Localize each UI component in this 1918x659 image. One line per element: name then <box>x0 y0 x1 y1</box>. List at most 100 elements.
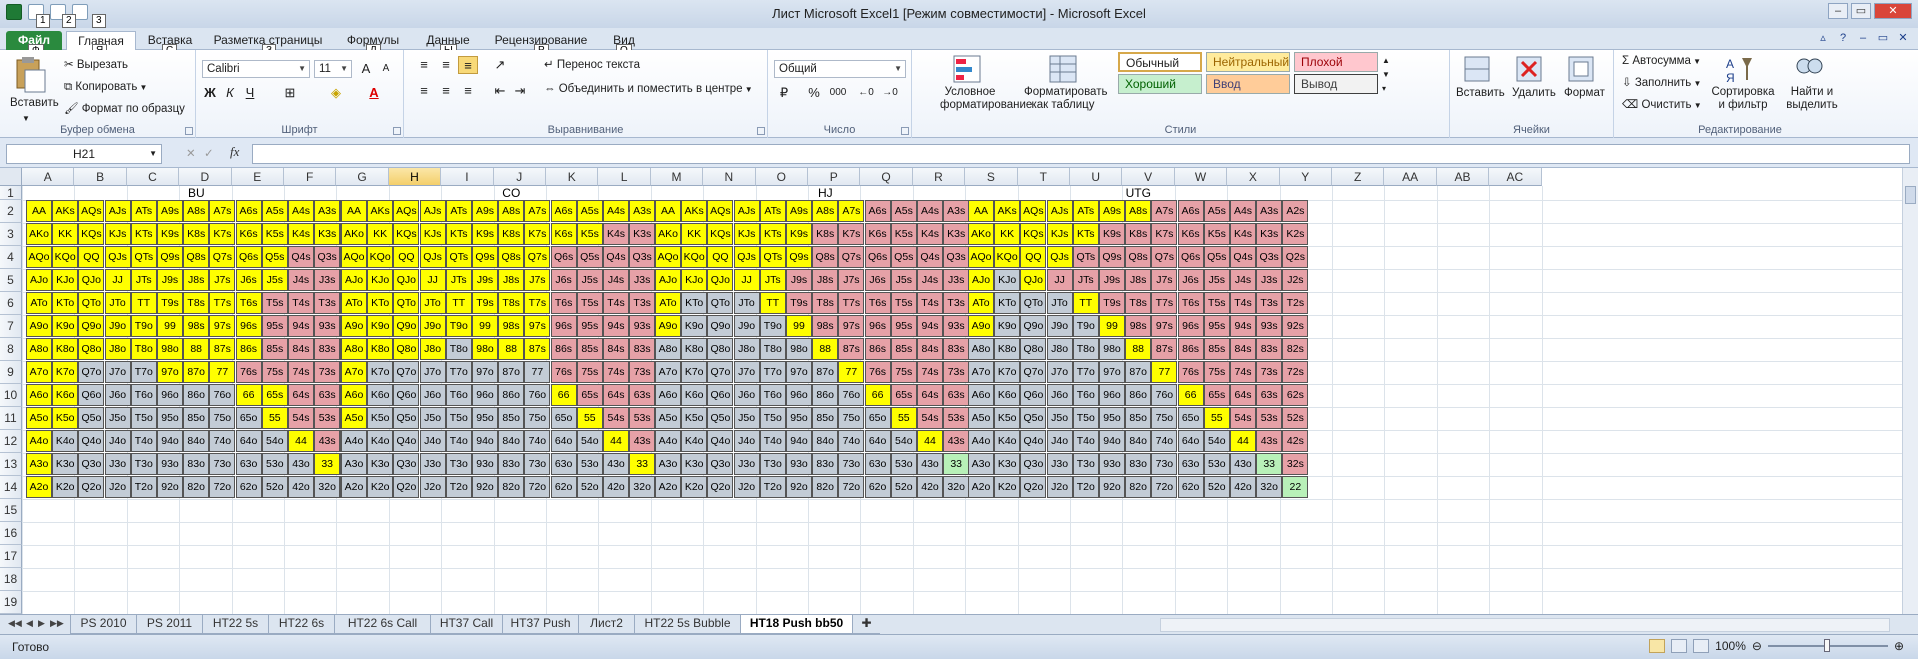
hand-cell[interactable]: 86o <box>1125 384 1152 406</box>
number-format-select[interactable]: Общий ▼ <box>774 60 906 78</box>
hand-cell[interactable]: AQo <box>26 246 52 268</box>
hand-cell[interactable]: JTo <box>419 292 446 314</box>
column-header[interactable]: O <box>755 168 808 186</box>
hand-cell[interactable]: K6o <box>681 384 708 406</box>
column-header[interactable]: H <box>388 168 442 186</box>
hand-cell[interactable]: Q8s <box>498 246 525 268</box>
hand-cell[interactable]: 82o <box>498 476 525 498</box>
hand-cell[interactable]: Q3s <box>314 246 341 268</box>
column-header[interactable]: N <box>703 168 756 186</box>
hand-cell[interactable]: Q4s <box>1230 246 1256 268</box>
hand-cell[interactable]: T2o <box>130 476 157 498</box>
hand-cell[interactable]: 53s <box>1256 407 1283 429</box>
hand-cell[interactable]: Q6s <box>1177 246 1204 268</box>
hand-cell[interactable]: 43s <box>1256 430 1283 452</box>
hand-cell[interactable]: 33 <box>943 453 970 475</box>
hand-cell[interactable]: JTs <box>130 269 157 291</box>
column-header[interactable]: B <box>74 168 127 186</box>
hand-cell[interactable]: 74s <box>288 361 314 383</box>
hand-cell[interactable]: Q9s <box>472 246 498 268</box>
hand-cell[interactable]: K3s <box>314 223 341 245</box>
hand-cell[interactable]: Q5o <box>393 407 420 429</box>
column-header[interactable]: A <box>22 168 75 186</box>
hand-cell[interactable]: Q9o <box>1020 315 1047 337</box>
row-header[interactable]: 5 <box>0 269 22 292</box>
hand-cell[interactable]: 32o <box>629 476 656 498</box>
hand-cell[interactable]: JJ <box>1046 269 1073 291</box>
hand-cell[interactable]: T6o <box>1072 384 1099 406</box>
hand-cell[interactable]: J9o <box>733 315 760 337</box>
hand-cell[interactable]: 54o <box>261 430 288 452</box>
hand-cell[interactable]: AKo <box>26 223 52 245</box>
hand-cell[interactable]: Q9s <box>157 246 183 268</box>
hand-cell[interactable]: A5s <box>890 200 917 222</box>
hand-cell[interactable]: A7s <box>1151 200 1178 222</box>
hand-cell[interactable]: K7o <box>994 361 1021 383</box>
find-select-button[interactable]: Найти и выделить <box>1780 86 1844 112</box>
hand-cell[interactable]: J4s <box>288 269 314 291</box>
hand-cell[interactable]: KTo <box>367 292 394 314</box>
hand-cell[interactable]: AJo <box>26 269 52 291</box>
hand-cell[interactable]: AKs <box>52 200 79 222</box>
hand-cell[interactable]: A4o <box>655 430 681 452</box>
hand-cell[interactable]: K6s <box>1177 223 1204 245</box>
hand-cell[interactable]: 76s <box>550 361 577 383</box>
hand-cell[interactable]: TT <box>445 292 472 314</box>
hand-cell[interactable]: T4o <box>130 430 157 452</box>
hand-cell[interactable]: 64s <box>603 384 629 406</box>
hand-cell[interactable]: K7o <box>367 361 394 383</box>
wrap-text-button[interactable]: ↵ Перенос текста <box>544 58 640 72</box>
hand-cell[interactable]: A2o <box>341 476 367 498</box>
hand-cell[interactable]: 94s <box>1230 315 1256 337</box>
hand-cell[interactable]: 95o <box>472 407 498 429</box>
hand-cell[interactable]: KJo <box>994 269 1021 291</box>
hand-cell[interactable]: 86s <box>550 338 577 360</box>
hand-cell[interactable]: 55 <box>261 407 288 429</box>
hand-cell[interactable]: 83s <box>943 338 970 360</box>
hand-cell[interactable]: A8o <box>341 338 367 360</box>
hand-cell[interactable]: 85o <box>1125 407 1152 429</box>
hand-cell[interactable]: ATs <box>445 200 472 222</box>
hand-cell[interactable]: J8o <box>1046 338 1073 360</box>
hand-cell[interactable]: 95s <box>1203 315 1230 337</box>
hand-cell[interactable]: KJo <box>367 269 394 291</box>
hand-cell[interactable]: K9o <box>367 315 394 337</box>
hand-cell[interactable]: J9s <box>157 269 183 291</box>
hand-cell[interactable]: 55 <box>576 407 603 429</box>
hand-cell[interactable]: T8s <box>183 292 210 314</box>
hand-cell[interactable]: 98s <box>498 315 525 337</box>
hand-cell[interactable]: 86o <box>498 384 525 406</box>
hand-cell[interactable]: K7s <box>1151 223 1178 245</box>
italic-button[interactable]: К <box>220 84 240 102</box>
hand-cell[interactable]: 55 <box>1203 407 1230 429</box>
hand-cell[interactable]: KQo <box>994 246 1021 268</box>
hand-cell[interactable]: QJs <box>104 246 131 268</box>
hand-cell[interactable]: 87o <box>498 361 525 383</box>
hand-cell[interactable]: J3o <box>733 453 760 475</box>
hand-cell[interactable]: AA <box>968 200 994 222</box>
hand-cell[interactable]: J2o <box>104 476 131 498</box>
hand-cell[interactable]: 42o <box>917 476 943 498</box>
hand-cell[interactable]: T9o <box>445 315 472 337</box>
hand-cell[interactable]: Q7s <box>1151 246 1178 268</box>
sheet-tab[interactable]: Лист2 <box>578 615 634 634</box>
bold-button[interactable]: Ж <box>200 84 220 102</box>
hand-cell[interactable]: Q6o <box>707 384 734 406</box>
hand-cell[interactable]: 52o <box>890 476 917 498</box>
hand-cell[interactable]: ATs <box>1072 200 1099 222</box>
hand-cell[interactable]: A7s <box>524 200 551 222</box>
hand-cell[interactable]: 84s <box>288 338 314 360</box>
row-header[interactable]: 19 <box>0 591 22 614</box>
format-as-table-button[interactable]: Форматировать как таблицу <box>1024 86 1107 112</box>
hand-cell[interactable]: 22 <box>1282 476 1309 498</box>
align-right-icon[interactable]: ≡ <box>458 82 478 100</box>
hand-cell[interactable]: 75o <box>524 407 551 429</box>
hand-cell[interactable]: T4s <box>1230 292 1256 314</box>
orientation-icon[interactable]: ↗ <box>490 56 510 74</box>
hand-cell[interactable]: 43o <box>1230 453 1256 475</box>
hand-cell[interactable]: 86o <box>812 384 839 406</box>
hand-cell[interactable]: J6o <box>733 384 760 406</box>
hand-cell[interactable]: AJs <box>1046 200 1073 222</box>
hand-cell[interactable]: 64s <box>917 384 943 406</box>
hand-cell[interactable]: J4o <box>104 430 131 452</box>
